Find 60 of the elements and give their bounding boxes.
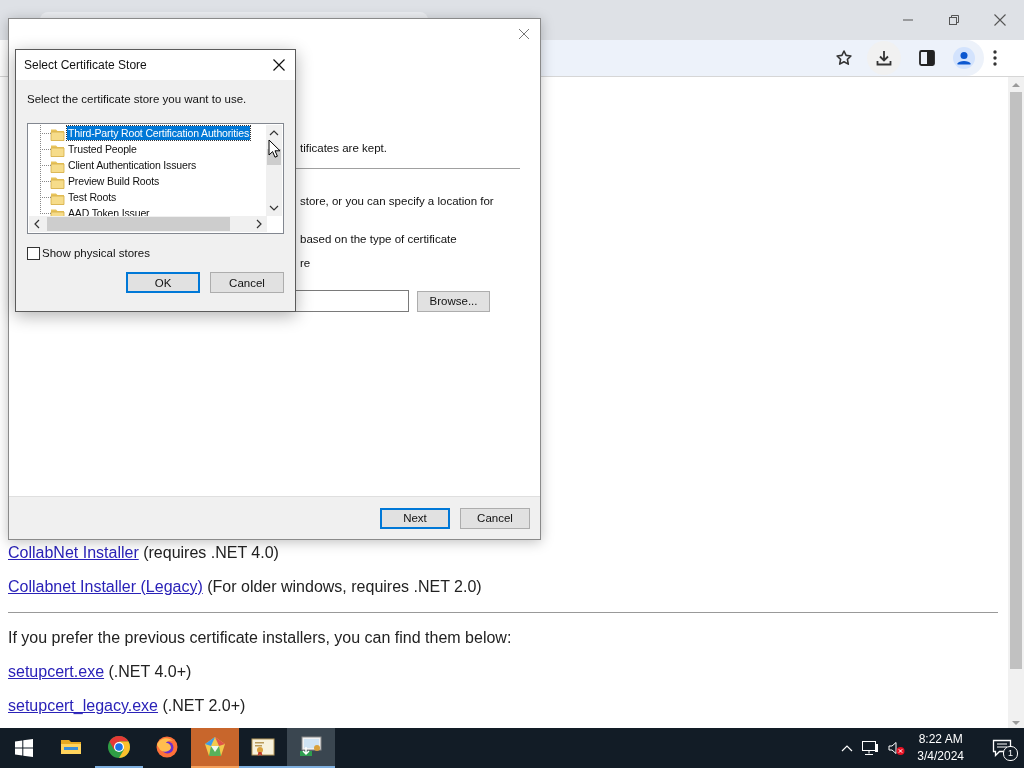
scrollbar-thumb[interactable] xyxy=(1010,92,1022,669)
cancel-button[interactable]: Cancel xyxy=(210,272,284,293)
scroll-up-icon[interactable] xyxy=(269,129,279,137)
instruction-text: tificates are kept. xyxy=(300,141,388,155)
next-button[interactable]: Next xyxy=(380,507,450,529)
taskbar-button[interactable] xyxy=(287,728,335,768)
tree-item[interactable]: Test Roots xyxy=(67,190,118,204)
horizontal-scrollbar[interactable] xyxy=(29,216,267,232)
tree-item[interactable]: Third-Party Root Certification Authorities xyxy=(67,126,251,140)
certificate-computer-icon xyxy=(299,735,323,759)
tree-item[interactable]: Client Authentication Issuers xyxy=(67,158,198,172)
windows-logo-icon[interactable] xyxy=(15,739,33,757)
scroll-right-icon[interactable] xyxy=(255,219,263,229)
avatar-icon[interactable] xyxy=(953,47,975,69)
restore-icon[interactable] xyxy=(947,13,961,27)
clock-date: 3/4/2024 xyxy=(917,748,964,765)
link-note: (.NET 4.0+) xyxy=(107,663,192,680)
chevron-up-icon[interactable] xyxy=(841,744,854,752)
instruction-text: re xyxy=(300,256,312,270)
star-icon[interactable] xyxy=(835,49,853,67)
network-icon[interactable] xyxy=(861,740,880,756)
scrollbar[interactable] xyxy=(1008,77,1024,731)
muted-speaker-icon[interactable] xyxy=(887,740,906,756)
download-link[interactable]: setupcert_legacy.exe xyxy=(8,697,158,714)
browser-icon xyxy=(155,735,179,759)
download-icon xyxy=(875,49,893,67)
cursor-icon xyxy=(268,139,281,159)
link-note: (For older windows, requires .NET 2.0) xyxy=(206,578,482,595)
link-note: (requires .NET 4.0) xyxy=(142,544,279,561)
clock-button[interactable]: 8:22 AM 3/4/2024 xyxy=(913,731,972,765)
menu-icon[interactable] xyxy=(992,49,998,67)
notification-count: 1 xyxy=(1003,746,1018,761)
dialog-title: Select Certificate Store xyxy=(24,58,147,72)
tree-item[interactable]: Preview Build Roots xyxy=(67,174,161,188)
intro-text: If you prefer the previous certificate installers, you can find them below: xyxy=(8,629,513,647)
download-link[interactable]: setupcert.exe xyxy=(8,663,105,680)
pentagon-icon xyxy=(203,735,227,759)
scrollbar-thumb[interactable] xyxy=(47,217,230,231)
scroll-down-icon[interactable] xyxy=(269,204,279,212)
download-link[interactable]: CollabNet Installer xyxy=(8,544,139,561)
notifications-button[interactable]: 1 xyxy=(980,728,1024,768)
instruction-text: based on the type of certificate xyxy=(300,232,458,246)
scroll-left-icon[interactable] xyxy=(33,219,41,229)
download-link[interactable]: Collabnet Installer (Legacy) xyxy=(8,578,203,595)
instruction-text: store, or you can specify a location for xyxy=(300,194,495,208)
link-note: (.NET 2.0+) xyxy=(161,697,246,714)
ok-button[interactable]: OK xyxy=(126,272,200,293)
vertical-scrollbar[interactable] xyxy=(266,125,282,216)
cancel-button[interactable]: Cancel xyxy=(460,507,530,529)
message-icon xyxy=(992,739,1012,757)
browser-icon xyxy=(107,735,131,759)
clock-time: 8:22 AM xyxy=(918,731,963,748)
close-icon[interactable] xyxy=(272,58,286,72)
tree-item[interactable]: Trusted People xyxy=(67,142,138,156)
checkbox-label[interactable]: Show physical stores xyxy=(42,246,151,260)
prompt-text: Select the certificate store you want to use. xyxy=(27,92,248,106)
browse-button[interactable]: Browse... xyxy=(417,290,490,312)
side-panel-icon[interactable] xyxy=(918,49,936,67)
checkbox[interactable] xyxy=(27,246,40,260)
certificate-icon xyxy=(251,735,275,759)
